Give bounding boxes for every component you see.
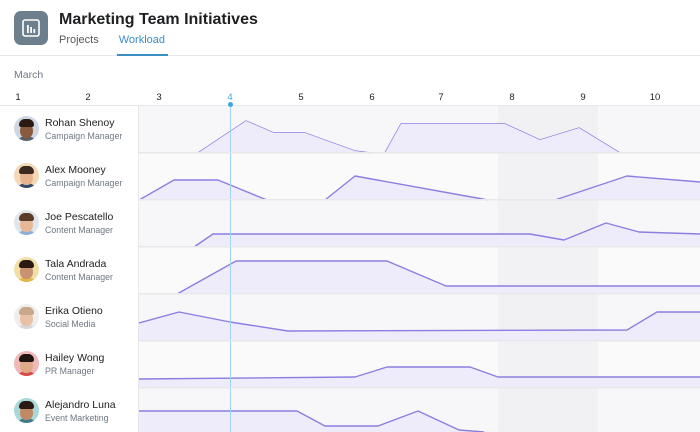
person-row[interactable]: Rohan Shenoy Campaign Manager xyxy=(0,106,700,153)
tab-projects[interactable]: Projects xyxy=(59,33,99,56)
person-name: Erika Otieno xyxy=(45,305,103,317)
person-cell[interactable]: Erika Otieno Social Media xyxy=(0,294,139,341)
day-label: 8 xyxy=(509,92,515,103)
bar-chart-icon xyxy=(22,19,40,37)
avatar xyxy=(14,257,39,282)
avatar xyxy=(14,304,39,329)
person-role: Campaign Manager xyxy=(45,178,123,188)
person-name: Tala Andrada xyxy=(45,258,107,270)
person-name: Joe Pescatello xyxy=(45,211,114,223)
person-role: Event Marketing xyxy=(45,413,109,423)
people-list: Rohan Shenoy Campaign Manager Alex Moone… xyxy=(0,106,700,432)
person-row[interactable]: Alex Mooney Campaign Manager xyxy=(0,153,700,200)
person-name: Rohan Shenoy xyxy=(45,117,115,129)
day-label: 5 xyxy=(298,92,304,103)
person-name: Alejandro Luna xyxy=(45,399,116,411)
tab-workload[interactable]: Workload xyxy=(116,33,169,56)
person-cell[interactable]: Alejandro Luna Event Marketing xyxy=(0,388,139,432)
person-role: Campaign Manager xyxy=(45,131,123,141)
avatar xyxy=(14,398,39,423)
person-role: Content Manager xyxy=(45,272,113,282)
month-label: March xyxy=(14,69,44,81)
person-name: Alex Mooney xyxy=(45,164,106,176)
day-label: 2 xyxy=(85,92,91,103)
header-bar: Marketing Team Initiatives Projects Work… xyxy=(0,0,700,56)
person-row[interactable]: Erika Otieno Social Media xyxy=(0,294,700,341)
person-name: Hailey Wong xyxy=(45,352,105,364)
person-cell[interactable]: Alex Mooney Campaign Manager xyxy=(0,153,139,200)
tab-bar: Projects Workload xyxy=(59,33,185,56)
day-label: 9 xyxy=(580,92,586,103)
day-label: 10 xyxy=(649,92,661,103)
avatar xyxy=(14,210,39,235)
day-label: 6 xyxy=(369,92,375,103)
person-role: Content Manager xyxy=(45,225,113,235)
day-header: 1 2 3 4 5 6 7 8 9 10 xyxy=(0,88,700,106)
app-icon[interactable] xyxy=(14,11,48,45)
person-row[interactable]: Joe Pescatello Content Manager xyxy=(0,200,700,247)
avatar xyxy=(14,351,39,376)
day-label: 1 xyxy=(15,92,21,103)
person-role: Social Media xyxy=(45,319,96,329)
person-row[interactable]: Tala Andrada Content Manager xyxy=(0,247,700,294)
person-row[interactable]: Alejandro Luna Event Marketing xyxy=(0,388,700,432)
person-cell[interactable]: Tala Andrada Content Manager xyxy=(0,247,139,294)
person-cell[interactable]: Hailey Wong PR Manager xyxy=(0,341,139,388)
person-cell[interactable]: Rohan Shenoy Campaign Manager xyxy=(0,106,139,153)
page-title: Marketing Team Initiatives xyxy=(59,11,258,28)
avatar xyxy=(14,116,39,141)
person-role: PR Manager xyxy=(45,366,95,376)
avatar xyxy=(14,163,39,188)
day-label: 3 xyxy=(156,92,162,103)
person-row[interactable]: Hailey Wong PR Manager xyxy=(0,341,700,388)
day-label: 7 xyxy=(438,92,444,103)
person-cell[interactable]: Joe Pescatello Content Manager xyxy=(0,200,139,247)
